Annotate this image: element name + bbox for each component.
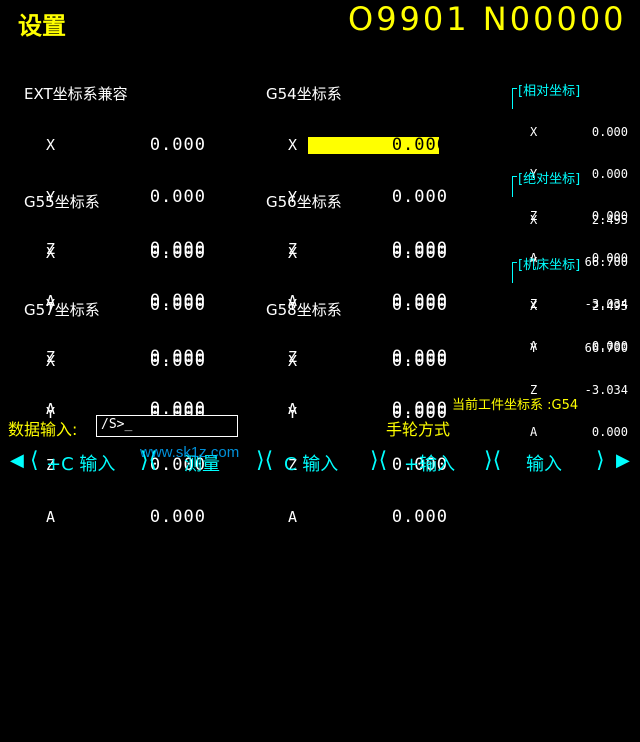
- bracket-left-icon: ⟨: [30, 448, 39, 473]
- axis-value: 0.000: [591, 425, 628, 439]
- bracket-icon: ⟩⟨: [370, 448, 388, 473]
- axis-label: Y: [288, 404, 298, 422]
- coord-row-x[interactable]: X 0.000: [24, 353, 224, 371]
- axis-label: X: [288, 352, 298, 370]
- data-input-field[interactable]: /S>_: [96, 415, 238, 437]
- axis-label: X: [288, 244, 298, 262]
- softkey-input[interactable]: 输入: [526, 450, 562, 476]
- coord-row-x[interactable]: X 0.000: [24, 137, 224, 155]
- operation-mode: 手轮方式: [386, 420, 451, 439]
- program-number: O9901 N00000: [348, 0, 627, 38]
- softkey-plus-input[interactable]: +输入: [404, 450, 455, 476]
- coord-row-a[interactable]: A 0.000: [24, 509, 224, 527]
- axis-label: A: [46, 508, 56, 526]
- group-g58: G58坐标系 X 0.000 Y 0.000 Z 0.000 A 0.000: [266, 268, 466, 544]
- axis-label: A: [288, 508, 298, 526]
- axis-value: 0.000: [391, 135, 448, 155]
- coord-row-a[interactable]: A 0.000: [266, 509, 466, 527]
- coord-row-x[interactable]: X 0.000: [266, 245, 466, 263]
- bracket-icon: ⟩⟨: [256, 448, 274, 473]
- group-title: G58坐标系: [266, 301, 342, 319]
- axis-value: 0.000: [149, 351, 206, 371]
- group-title: G54坐标系: [266, 85, 342, 103]
- axis-value: 0.000: [149, 135, 206, 155]
- axis-label: X: [288, 136, 298, 154]
- axis-label: Y: [530, 341, 538, 355]
- softkey-bar: ◀ ⟨ +C 输入 ⟩⟨ 测量 ⟩⟨ C 输入 ⟩⟨ +输入 ⟩⟨ 输入 ⟩ ▶: [0, 448, 640, 476]
- coord-row-x[interactable]: X 0.000: [266, 353, 466, 371]
- data-input-value: /S>_: [101, 417, 133, 432]
- page-title: 设置: [18, 12, 66, 40]
- right-arrow-icon[interactable]: ▶: [616, 450, 630, 471]
- axis-value: 0.000: [391, 243, 448, 263]
- axis-label: A: [530, 425, 538, 439]
- panel-title: [机床坐标]: [518, 258, 581, 273]
- axis-label: X: [46, 244, 56, 262]
- axis-value: 0.000: [391, 351, 448, 371]
- softkey-plus-c-input[interactable]: +C 输入: [46, 450, 115, 476]
- axis-value: 2.495: [591, 299, 628, 313]
- bracket-right-icon: ⟩: [596, 448, 605, 473]
- axis-value: 0.000: [149, 507, 206, 527]
- panel-title: [相对坐标]: [518, 84, 581, 99]
- machine-coord-panel: [机床坐标] X 2.495 Y 66.700 Z -3.034 A 0.000: [512, 224, 630, 454]
- axis-value: 0.000: [591, 125, 628, 139]
- bracket-icon: ⟩⟨: [484, 448, 502, 473]
- axis-value: 0.000: [391, 507, 448, 527]
- group-title: G57坐标系: [24, 301, 100, 319]
- coord-row-x-selected[interactable]: X 0.000: [266, 137, 466, 155]
- axis-value: 0.000: [149, 243, 206, 263]
- left-arrow-icon[interactable]: ◀: [10, 450, 24, 471]
- axis-label: X: [46, 136, 56, 154]
- current-work-coord: 当前工件坐标系 :G54: [452, 398, 579, 413]
- group-g57: G57坐标系 X 0.000 Y 0.000 Z 0.000 A 0.000: [24, 268, 224, 544]
- group-title: G56坐标系: [266, 193, 342, 211]
- axis-label: X: [46, 352, 56, 370]
- axis-value: 66.700: [584, 341, 628, 355]
- coord-row-x[interactable]: X 0.000: [24, 245, 224, 263]
- axis-label: X: [530, 299, 538, 313]
- panel-title: [绝对坐标]: [518, 172, 581, 187]
- watermark: www.sk1z.com: [140, 444, 240, 461]
- axis-label: X: [530, 125, 538, 139]
- softkey-c-input[interactable]: C 输入: [284, 450, 338, 476]
- axis-value: -3.034: [584, 383, 628, 397]
- group-title: G55坐标系: [24, 193, 100, 211]
- data-input-label: 数据输入:: [8, 420, 78, 439]
- group-title: EXT坐标系兼容: [24, 85, 128, 103]
